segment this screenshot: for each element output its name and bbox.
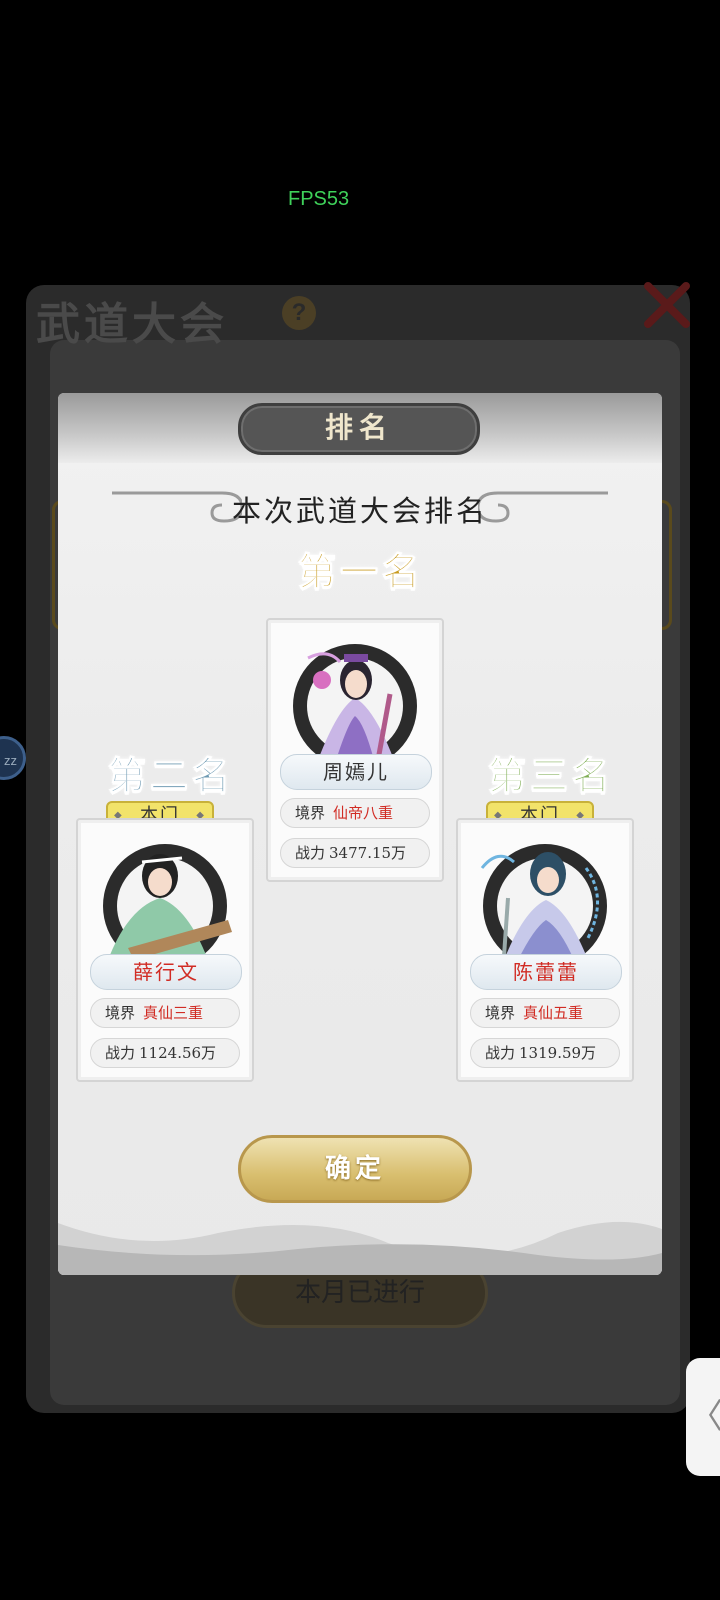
chevron-left-icon[interactable]: 〈 <box>686 1358 720 1476</box>
power-label: 战力 <box>485 1044 516 1062</box>
fps-counter: FPS53 <box>288 188 350 210</box>
power-row: 战力 3477.15万 <box>280 838 430 868</box>
realm-row: 境界 仙帝八重 <box>280 798 430 828</box>
realm-value: 仙帝八重 <box>333 804 394 822</box>
rank-third-label: 第三名 <box>487 753 615 799</box>
rank-first-label: 第一名 <box>297 549 425 595</box>
player-card-second[interactable]: 薛行文 境界 真仙三重 战力 1124.56万 <box>76 818 254 1082</box>
realm-row: 境界 真仙五重 <box>470 998 620 1028</box>
portrait-male-green-icon <box>103 844 232 960</box>
portrait-female-blue-icon <box>480 844 607 960</box>
player-name: 薛行文 <box>90 954 242 990</box>
portrait-female-purple-icon <box>293 644 417 760</box>
power-label: 战力 <box>295 844 326 862</box>
background-title: 武道大会 <box>36 299 228 350</box>
dialog-title: 排名 <box>238 403 480 455</box>
dialog-banner: 本次武道大会排名 <box>231 494 488 528</box>
power-row: 战力 1124.56万 <box>90 1038 240 1068</box>
rank-second-label: 第二名 <box>107 753 235 799</box>
close-x-icon[interactable] <box>640 278 694 332</box>
side-bubble[interactable]: zz <box>0 736 26 780</box>
power-label: 战力 <box>105 1044 136 1062</box>
question-icon[interactable]: ? <box>282 296 316 330</box>
bottom-wave-ornament-icon <box>58 1221 662 1275</box>
player-card-first[interactable]: 周嫣儿 境界 仙帝八重 战力 3477.15万 <box>266 618 444 882</box>
player-name: 周嫣儿 <box>280 754 432 790</box>
power-value: 3477.15万 <box>329 844 407 862</box>
confirm-button[interactable]: 确定 <box>238 1135 472 1203</box>
player-card-third[interactable]: 陈蕾蕾 境界 真仙五重 战力 1319.59万 <box>456 818 634 1082</box>
power-value: 1124.56万 <box>139 1044 217 1062</box>
realm-label: 境界 <box>295 804 326 822</box>
power-value: 1319.59万 <box>519 1044 597 1062</box>
power-row: 战力 1319.59万 <box>470 1038 620 1068</box>
realm-label: 境界 <box>485 1004 516 1022</box>
realm-value: 真仙三重 <box>143 1004 204 1022</box>
realm-row: 境界 真仙三重 <box>90 998 240 1028</box>
ranking-dialog: 排名 本次武道大会排名 第一名 第二名 第三名 周嫣儿 境界 仙帝八重 战力 347… <box>58 393 662 1275</box>
player-name: 陈蕾蕾 <box>470 954 622 990</box>
realm-label: 境界 <box>105 1004 136 1022</box>
realm-value: 真仙五重 <box>523 1004 584 1022</box>
